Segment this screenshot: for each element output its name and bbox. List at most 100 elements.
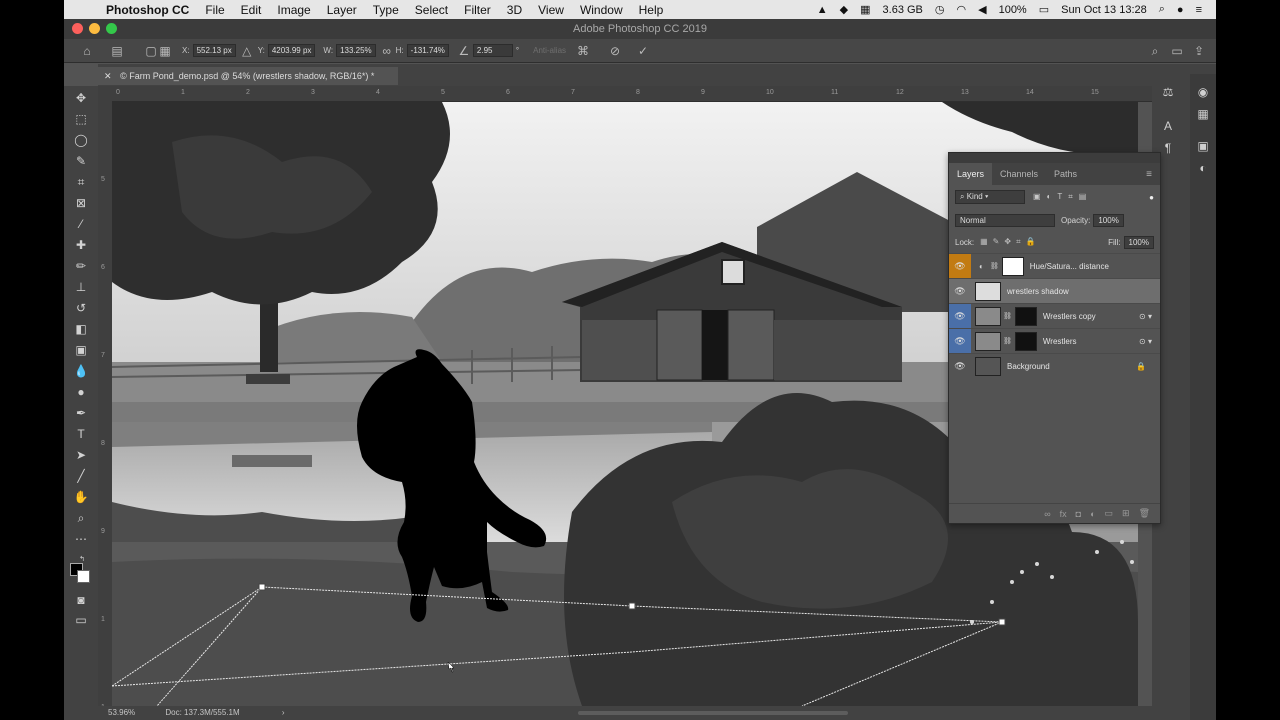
link-icon[interactable]: ⛓ [1003,312,1012,320]
close-tab-icon[interactable]: ✕ [104,71,112,81]
adjustments-panel-icon[interactable]: ◐ [1195,160,1211,176]
history-panel-icon[interactable]: ⚖ [1160,84,1176,100]
home-icon[interactable]: ⌂ [80,44,94,58]
share-icon[interactable]: ⇪ [1192,44,1206,58]
dodge-tool-icon[interactable]: ● [73,384,89,400]
layer-mask-thumbnail[interactable] [1014,331,1037,351]
width-field[interactable]: 133.25% [336,44,376,57]
delete-layer-icon[interactable]: 🗑 [1139,508,1150,519]
lock-icon[interactable]: 🔒 [1136,362,1146,371]
zoom-tool-icon[interactable]: ⌕ [73,510,89,526]
reference-point-icon[interactable]: ▢ [144,44,158,58]
eye-icon[interactable]: 👁 [949,303,971,329]
link-icon[interactable]: ⛓ [990,262,999,270]
wifi-icon[interactable]: ◠ [951,3,973,16]
layer-row[interactable]: 👁 ⛓ Wrestlers ⊙ ▾ [949,328,1160,354]
menu-select[interactable]: Select [407,3,456,17]
battery-icon[interactable]: ▭ [1033,3,1055,16]
pen-tool-icon[interactable]: ✒ [73,405,89,421]
layer-mask-thumbnail[interactable] [1014,306,1037,326]
layer-name[interactable]: Hue/Satura... distance [1030,262,1109,271]
layer-name[interactable]: Wrestlers copy [1043,312,1096,321]
background-color-swatch[interactable] [77,570,90,583]
height-field[interactable]: -131.74% [406,44,449,57]
new-adjustment-icon[interactable]: ◐ [1090,509,1095,519]
menu-app[interactable]: Photoshop CC [98,3,197,17]
lock-icons[interactable]: ▦✎✥⌗🔒 [980,237,1040,247]
smart-filter-icon[interactable]: ⊙ ▾ [1139,337,1152,346]
link-layers-icon[interactable]: ∞ [1044,509,1050,519]
vlc-icon[interactable]: ▲ [811,4,834,16]
clock[interactable]: Sun Oct 13 13:28 [1055,4,1153,16]
swatches-panel-icon[interactable]: ▦ [1195,106,1211,122]
layer-name[interactable]: wrestlers shadow [1007,287,1069,296]
reference-point-grid-icon[interactable]: ▦ [158,44,172,58]
color-panel-icon[interactable]: ◉ [1195,84,1211,100]
quick-selection-tool-icon[interactable]: ✎ [73,153,89,169]
menu-image[interactable]: Image [269,3,318,17]
doc-size[interactable]: Doc: 137.3M/555.1M [165,708,239,717]
frame-tool-icon[interactable]: ⊠ [73,195,89,211]
x-field[interactable]: 552.13 px [192,44,236,57]
marquee-tool-icon[interactable]: ⬚ [73,111,89,127]
memory-readout[interactable]: 3.63 GB [877,4,929,16]
line-tool-icon[interactable]: ╱ [73,468,89,484]
history-brush-tool-icon[interactable]: ↺ [73,300,89,316]
filter-kind-select[interactable]: ⌕ Kind ▾ [955,190,1025,204]
menu-window[interactable]: Window [572,3,631,17]
document-tab[interactable]: ✕ © Farm Pond_demo.psd @ 54% (wrestlers … [98,67,398,85]
menu-help[interactable]: Help [631,3,672,17]
menu-filter[interactable]: Filter [456,3,499,17]
eye-icon[interactable]: 👁 [949,279,971,304]
layer-thumbnail[interactable] [975,331,1001,351]
siri-icon[interactable]: ● [1171,4,1190,16]
add-mask-icon[interactable]: ◘ [1076,509,1081,519]
link-icon[interactable]: ⛓ [1003,337,1012,345]
search-icon[interactable]: ⌕ [1148,44,1162,58]
layer-thumbnail[interactable] [975,306,1001,326]
panel-menu-icon[interactable]: ≡ [1138,169,1160,180]
hand-tool-icon[interactable]: ✋ [73,489,89,505]
new-group-icon[interactable]: ▭ [1105,508,1114,519]
tab-paths[interactable]: Paths [1046,169,1085,179]
memory-icon[interactable]: ▦ [854,3,876,16]
quick-mask-icon[interactable]: ◙ [73,592,89,608]
menu-type[interactable]: Type [365,3,407,17]
relative-position-icon[interactable]: △ [240,44,254,58]
new-layer-icon[interactable]: ⊞ [1122,508,1130,519]
zoom-window-button[interactable] [106,23,117,34]
healing-brush-tool-icon[interactable]: ✚ [73,237,89,253]
angle-field[interactable]: 2.95 [472,44,513,57]
horizontal-scrollbar[interactable] [578,711,848,715]
warp-mode-icon[interactable]: ⌘ [576,44,590,58]
edit-toolbar-icon[interactable]: ⋯ [73,531,89,547]
character-panel-icon[interactable]: A [1160,118,1176,134]
close-window-button[interactable] [72,23,83,34]
eye-icon[interactable]: 👁 [949,328,971,354]
dropbox-icon[interactable]: ◆ [834,3,854,16]
libraries-panel-icon[interactable]: ▣ [1195,138,1211,154]
notification-center-icon[interactable]: ≡ [1190,4,1208,16]
anti-alias-label[interactable]: Anti-alias [533,46,566,55]
menu-edit[interactable]: Edit [233,3,270,17]
tab-layers[interactable]: Layers [949,163,993,185]
menu-view[interactable]: View [530,3,572,17]
time-machine-icon[interactable]: ◷ [929,3,951,16]
fill-field[interactable]: 100% [1123,235,1154,249]
tool-preset-icon[interactable]: ▤ [110,44,124,58]
move-tool-icon[interactable]: ✥ [73,90,89,106]
screen-mode-icon[interactable]: ▭ [73,612,89,628]
y-field[interactable]: 4203.99 px [267,44,316,57]
layer-row[interactable]: 👁 ⛓ Wrestlers copy ⊙ ▾ [949,303,1160,329]
volume-icon[interactable]: ◀ [972,3,992,16]
crop-tool-icon[interactable]: ⌗ [73,174,89,190]
layer-row[interactable]: 👁 Background 🔒 [949,353,1160,378]
layer-mask-thumbnail[interactable] [1001,256,1024,276]
eye-icon[interactable]: 👁 [949,354,971,379]
filter-toggle-icon[interactable]: ● [1149,193,1154,202]
gradient-tool-icon[interactable]: ▣ [73,342,89,358]
path-selection-tool-icon[interactable]: ➤ [73,447,89,463]
menu-layer[interactable]: Layer [319,3,365,17]
minimize-window-button[interactable] [89,23,100,34]
layer-row[interactable]: 👁 ◐ ⛓ Hue/Satura... distance [949,253,1160,279]
